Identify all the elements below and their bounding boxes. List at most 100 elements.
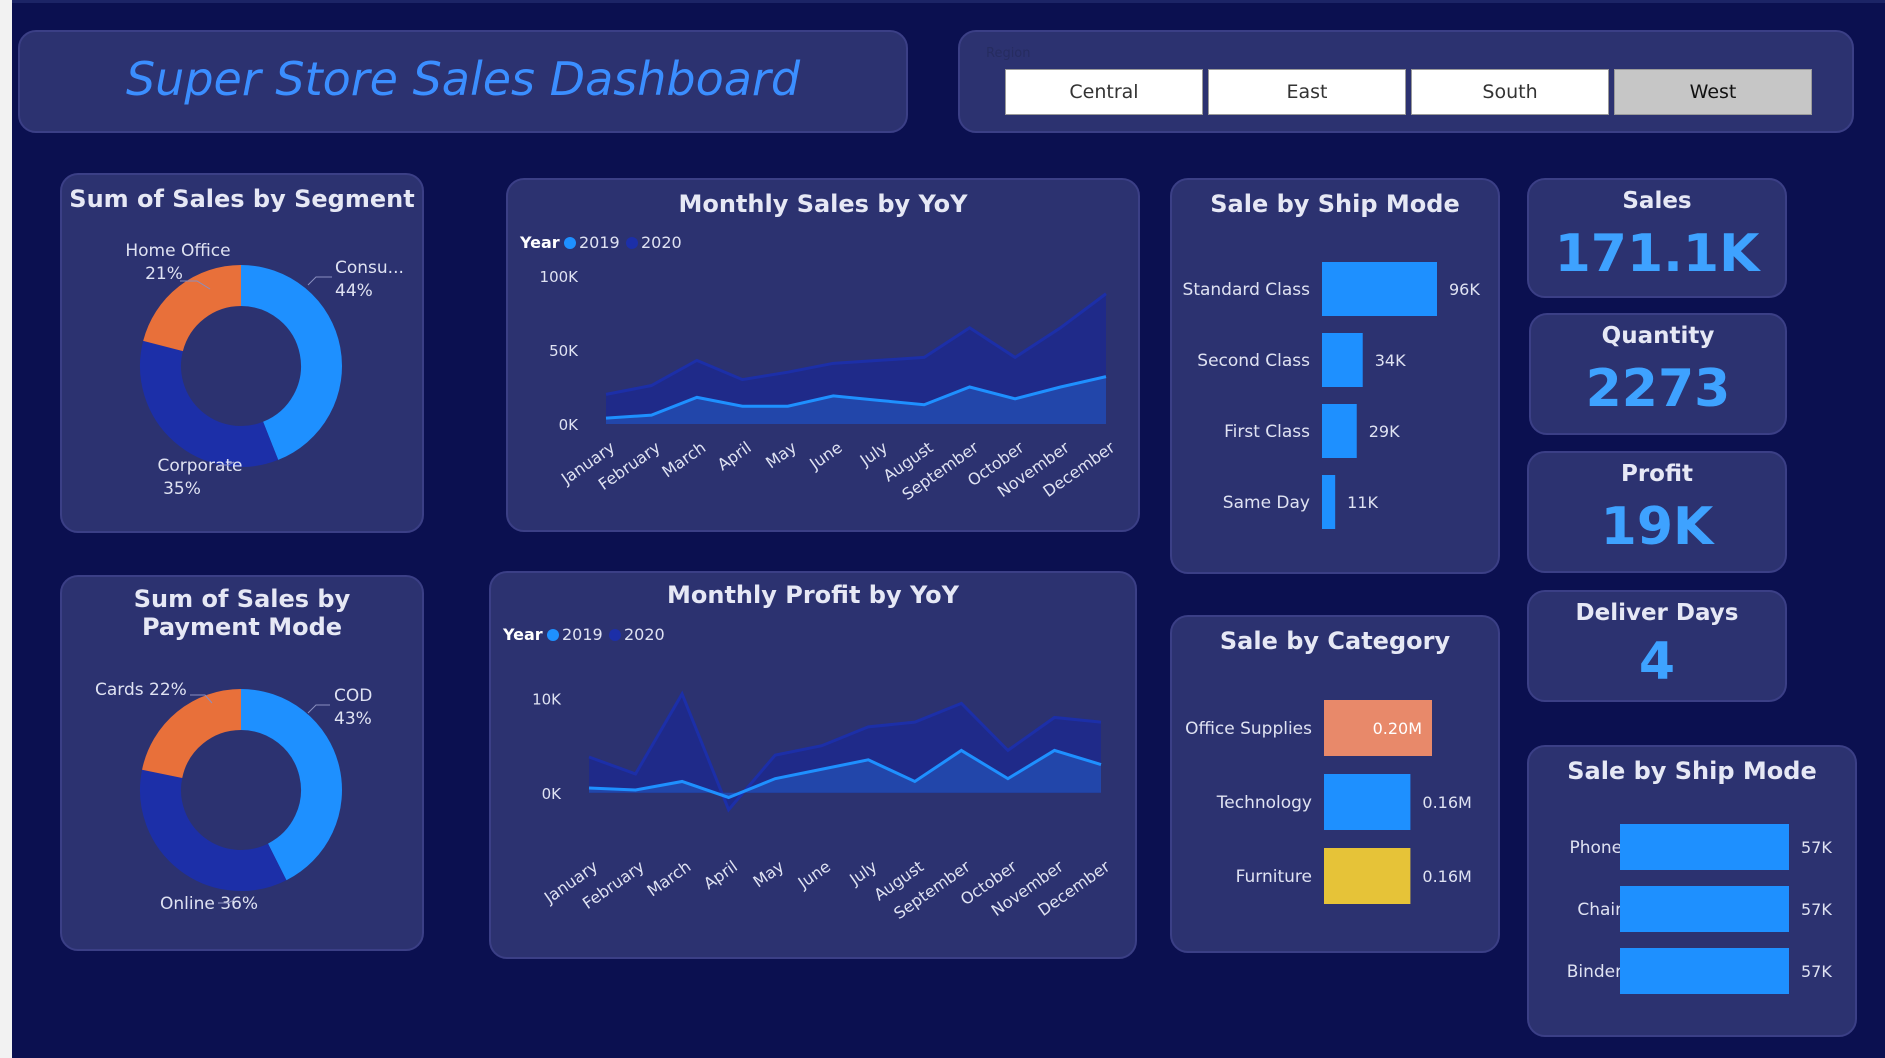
slice-label-percent: 35% — [163, 479, 201, 499]
region-option-west[interactable]: West — [1614, 69, 1812, 115]
donut-slice-corporate — [140, 340, 279, 467]
slice-label-name: Online — [160, 894, 215, 914]
donut-slice-cards — [142, 689, 242, 779]
bar-category-label: Second Class — [1197, 351, 1310, 371]
slice-label-name: COD — [334, 686, 372, 706]
bar — [1322, 333, 1363, 387]
legend-marker-2019 — [547, 629, 559, 641]
bar-value-label: 11K — [1347, 493, 1378, 512]
region-option-south[interactable]: South — [1411, 69, 1609, 115]
bar-value-label: 57K — [1801, 962, 1832, 981]
x-tick-label: March — [658, 438, 709, 482]
slice-label-percent: 43% — [334, 709, 372, 729]
slice-label-name: Home Office — [125, 241, 230, 261]
sub-category-chart: Phones 57KChairs 57KBinders 57K — [1567, 824, 1832, 994]
slice-label-name: Consu... — [335, 258, 404, 278]
donut-slice-online — [140, 769, 287, 891]
legend-marker-2020 — [609, 629, 621, 641]
bar — [1322, 262, 1437, 316]
slice-label: COD 43% — [334, 686, 372, 729]
y-tick-label: 10K — [532, 691, 562, 709]
region-option-east[interactable]: East — [1208, 69, 1406, 115]
slice-label-percent: 22% — [149, 680, 187, 700]
bar-category-label: Same Day — [1223, 493, 1310, 513]
x-tick-label: May — [762, 438, 800, 473]
quantity-kpi-value: 2273 — [1585, 359, 1731, 419]
region-slicer-label: Region — [986, 46, 1031, 61]
sales-kpi-value: 171.1K — [1554, 224, 1760, 284]
bar — [1620, 886, 1789, 932]
monthly-sales-chart: Year 2019 20200K50K100KJanuaryFebruaryMarc… — [519, 233, 1119, 504]
bar-value-label: 96K — [1449, 280, 1480, 299]
donut-slice-cod — [240, 689, 342, 881]
profit-kpi-value: 19K — [1600, 497, 1714, 557]
segment-donut-chart: Consu... 44% Corporate 35% Home Office 21% — [125, 241, 404, 499]
bar-category-label: Office Supplies — [1185, 719, 1312, 739]
x-tick-label: March — [644, 857, 695, 901]
bar — [1322, 404, 1357, 458]
quantity-kpi-card: Quantity 2273 — [1529, 313, 1787, 435]
bar — [1620, 948, 1789, 994]
slice-label-name: Cards — [95, 680, 144, 700]
sales-kpi-card: Sales 171.1K — [1527, 178, 1787, 298]
title-card: Super Store Sales Dashboard — [18, 30, 908, 133]
donut-slice-consu- — [240, 265, 342, 460]
leader-line — [307, 276, 332, 286]
ship-mode-chart: Standard Class 96K Second Class 34K First Cl… — [1183, 262, 1480, 529]
slice-label: Corporate 35% — [158, 456, 243, 499]
sales-kpi-label: Sales — [1622, 188, 1692, 214]
legend-label-2020: 2020 — [641, 233, 682, 252]
window-edge — [0, 0, 12, 1058]
x-tick-label: June — [794, 857, 834, 893]
legend-marker-2019 — [564, 237, 576, 249]
bar-value-label: 34K — [1375, 351, 1406, 370]
payment-donut-chart: COD 43% Online 36% Cards 22% — [95, 680, 372, 914]
bar-value-label: 0.16M — [1422, 793, 1471, 812]
legend-label-2020: 2020 — [624, 625, 665, 644]
y-tick-label: 0K — [542, 785, 563, 803]
bar-category-label: First Class — [1224, 422, 1310, 442]
bar-value-label: 57K — [1801, 900, 1832, 919]
y-tick-label: 50K — [549, 342, 579, 360]
legend-label-2019: 2019 — [562, 625, 603, 644]
slice-label-percent: 36% — [220, 894, 258, 914]
slice-label: Online 36% — [160, 894, 258, 914]
bar — [1322, 475, 1336, 529]
slice-label-percent: 44% — [335, 281, 373, 301]
bar — [1324, 774, 1411, 830]
x-tick-label: April — [700, 857, 741, 894]
monthly-profit-chart: Year 2019 20200K10KJanuaryFebruaryMarch Apr… — [502, 625, 1114, 923]
bar-value-label: 0.20M — [1373, 719, 1422, 738]
x-tick-label: May — [749, 857, 787, 892]
legend-title: Year — [502, 625, 543, 644]
bar — [1620, 824, 1789, 870]
quantity-kpi-label: Quantity — [1601, 323, 1715, 349]
donut-slice-home-office — [143, 265, 242, 352]
bar-category-label: Technology — [1216, 793, 1312, 813]
category-chart: Office Supplies 0.20M Technology 0.16M Furni… — [1185, 700, 1472, 904]
bar-category-label: Standard Class — [1183, 280, 1311, 300]
legend-label-2019: 2019 — [579, 233, 620, 252]
bar-category-label: Furniture — [1236, 867, 1312, 887]
deliver-days-kpi-value: 4 — [1638, 632, 1676, 692]
leader-line — [307, 704, 330, 714]
y-tick-label: 0K — [559, 416, 580, 434]
slice-label-percent: 21% — [145, 264, 183, 284]
profit-kpi-label: Profit — [1620, 461, 1694, 487]
y-tick-label: 100K — [540, 268, 580, 286]
bar — [1324, 848, 1411, 904]
x-tick-label: April — [714, 438, 755, 475]
legend-marker-2020 — [626, 237, 638, 249]
dashboard-title: Super Store Sales Dashboard — [125, 52, 801, 106]
legend-title: Year — [519, 233, 560, 252]
region-option-central[interactable]: Central — [1005, 69, 1203, 115]
profit-kpi-card: Profit 19K — [1527, 451, 1787, 573]
top-border — [12, 0, 1885, 3]
slice-label: Consu... 44% — [335, 258, 404, 301]
x-tick-label: June — [805, 438, 845, 474]
slice-label-name: Corporate — [158, 456, 243, 476]
deliver-days-kpi-label: Deliver Days — [1575, 600, 1739, 626]
bar-value-label: 0.16M — [1422, 867, 1471, 886]
deliver-days-kpi-card: Deliver Days 4 — [1527, 590, 1787, 702]
bar-value-label: 57K — [1801, 838, 1832, 857]
